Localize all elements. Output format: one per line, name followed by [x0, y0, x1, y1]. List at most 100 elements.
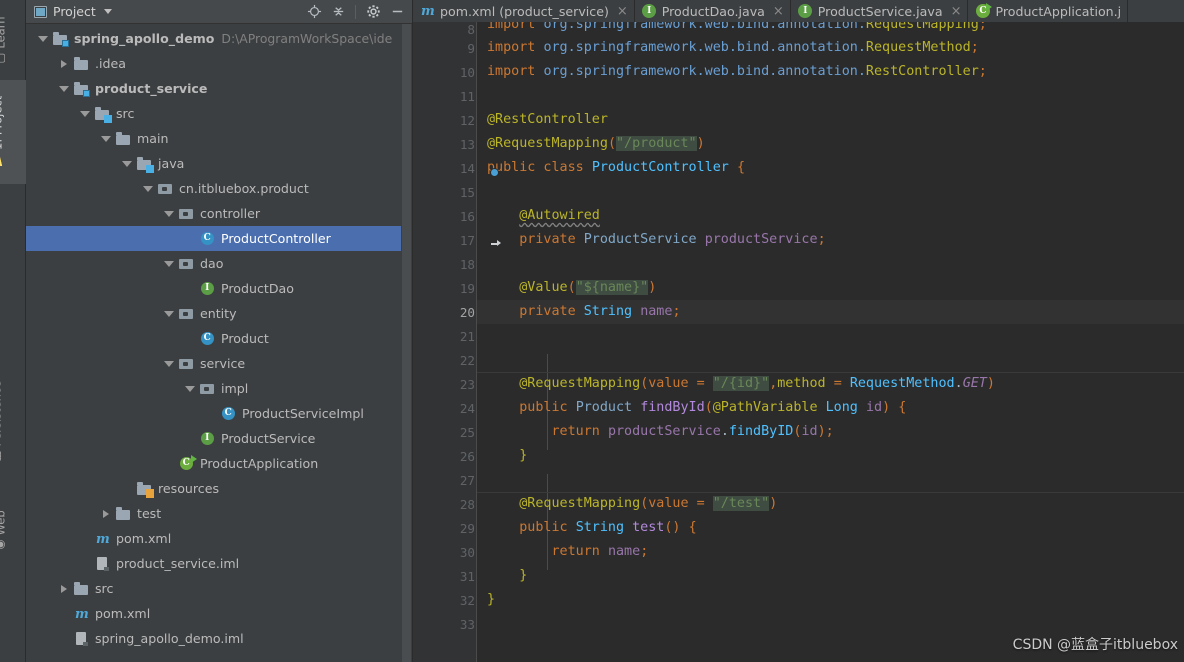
- tree-node-productcontroller[interactable]: C ProductController: [26, 226, 412, 251]
- gutter-line-32[interactable]: 32: [413, 588, 477, 612]
- close-tab-icon[interactable]: ×: [773, 4, 784, 19]
- gutter-line-26[interactable]: 26: [413, 444, 494, 468]
- tree-node-product-service-iml[interactable]: product_service.iml: [26, 551, 412, 576]
- tree-expand-arrow-down[interactable]: [34, 35, 52, 42]
- tree-expand-arrow-right[interactable]: [55, 584, 73, 593]
- code-line-19[interactable]: @Value("${name}"): [477, 276, 1184, 300]
- project-tree[interactable]: spring_apollo_demo D:\AProgramWorkSpace\i…: [26, 24, 412, 662]
- tree-node-cn-itbluebox-product[interactable]: cn.itbluebox.product: [26, 176, 412, 201]
- gutter-line-25[interactable]: 25: [413, 420, 477, 444]
- close-tab-icon[interactable]: ×: [617, 4, 628, 19]
- code-line-26[interactable]: }: [477, 444, 1184, 468]
- editor-tab-productservice-java[interactable]: I ProductService.java ×: [790, 0, 969, 22]
- tree-node-resources[interactable]: resources: [26, 476, 412, 501]
- editor-gutter[interactable]: 8 9 10 11 12 13 14 15 16 17 18 19 20 21 22 23 24 25 26 27 28…: [413, 22, 501, 662]
- gutter-line-31[interactable]: 31: [413, 564, 494, 588]
- code-line-21[interactable]: [477, 324, 1184, 348]
- tree-expand-arrow-right[interactable]: [55, 59, 73, 68]
- code-line-23[interactable]: @RequestMapping(value = "/{id}",method =…: [477, 372, 1184, 396]
- code-line-17[interactable]: private ProductService productService;: [477, 228, 1184, 252]
- tree-expand-arrow-down[interactable]: [160, 260, 178, 267]
- gutter-line-12[interactable]: 12: [413, 108, 496, 132]
- project-panel-title-group[interactable]: Project: [34, 4, 112, 19]
- code-line-32[interactable]: }: [477, 588, 1184, 612]
- tree-node-controller[interactable]: controller: [26, 201, 412, 226]
- tree-node-product[interactable]: C Product: [26, 326, 412, 351]
- tree-expand-arrow-down[interactable]: [55, 85, 73, 92]
- gutter-line-16[interactable]: 16: [413, 204, 477, 228]
- code-line-13[interactable]: @RequestMapping("/product"): [477, 132, 1184, 156]
- gutter-line-13[interactable]: 13: [413, 132, 494, 156]
- tree-node-src[interactable]: src: [26, 576, 412, 601]
- code-line-25[interactable]: return productService.findByID(id);: [477, 420, 1184, 444]
- tool-tab-learn[interactable]: ▢ Learn: [0, 0, 26, 76]
- tree-node-service[interactable]: service: [26, 351, 412, 376]
- gutter-line-9[interactable]: 9: [413, 36, 477, 60]
- code-line-12[interactable]: @RestController: [477, 108, 1184, 132]
- gutter-line-11[interactable]: 11: [413, 84, 477, 108]
- project-panel-scrollbar[interactable]: [401, 24, 412, 662]
- tool-tab-favorites[interactable]: ★ 2: Favorites: [0, 234, 26, 354]
- gutter-line-15[interactable]: 15: [413, 180, 477, 204]
- gutter-line-23[interactable]: 23: [413, 372, 477, 396]
- scrollbar-track[interactable]: [402, 24, 411, 662]
- close-tab-icon[interactable]: ×: [951, 4, 962, 19]
- gutter-line-24[interactable]: 24: [413, 396, 496, 420]
- gutter-line-28[interactable]: 28: [413, 492, 477, 516]
- tree-expand-arrow-down[interactable]: [118, 160, 136, 167]
- tool-tab-web[interactable]: ◉ Web: [0, 486, 26, 562]
- gutter-line-21[interactable]: 21: [413, 324, 477, 348]
- tree-node-pom-xml[interactable]: m pom.xml: [26, 601, 412, 626]
- tree-node-dao[interactable]: dao: [26, 251, 412, 276]
- tree-node-spring-apollo-demo[interactable]: spring_apollo_demo D:\AProgramWorkSpace\i…: [26, 26, 412, 51]
- code-line-16[interactable]: @Autowired: [477, 204, 1184, 228]
- tree-node-productapplication[interactable]: C ProductApplication: [26, 451, 412, 476]
- tree-node-test[interactable]: test: [26, 501, 412, 526]
- editor-tab-productdao-java[interactable]: I ProductDao.java ×: [634, 0, 791, 22]
- gutter-line-30[interactable]: 30: [413, 540, 477, 564]
- gutter-line-19[interactable]: 19: [413, 276, 477, 300]
- tree-node-spring-apollo-demo-iml[interactable]: spring_apollo_demo.iml: [26, 626, 412, 651]
- gutter-line-14[interactable]: 14: [413, 156, 499, 180]
- tree-node-productdao[interactable]: I ProductDao: [26, 276, 412, 301]
- gutter-line-27[interactable]: 27: [413, 468, 477, 492]
- code-line-11[interactable]: [477, 84, 1184, 108]
- tree-node-src[interactable]: src: [26, 101, 412, 126]
- editor-tab-pom-xml--product-service-[interactable]: m pom.xml (product_service) ×: [413, 0, 635, 22]
- code-line-8[interactable]: import org.springframework.web.bind.anno…: [477, 22, 1184, 36]
- gutter-line-29[interactable]: 29: [413, 516, 496, 540]
- tree-expand-arrow-down[interactable]: [160, 210, 178, 217]
- tree-expand-arrow-down[interactable]: [139, 185, 157, 192]
- code-view[interactable]: import org.springframework.web.bind.anno…: [477, 22, 1184, 662]
- gutter-line-10[interactable]: 10: [413, 60, 494, 84]
- gutter-line-18[interactable]: 18: [413, 252, 477, 276]
- code-line-18[interactable]: [477, 252, 1184, 276]
- tree-expand-arrow-down[interactable]: [76, 110, 94, 117]
- code-line-20[interactable]: private String name;: [477, 300, 1184, 324]
- tool-tab-structure[interactable]: 7: Structure: [0, 570, 26, 662]
- code-line-33[interactable]: [477, 612, 1184, 636]
- code-line-9[interactable]: import org.springframework.web.bind.anno…: [477, 36, 1184, 60]
- chevron-down-icon[interactable]: [103, 9, 112, 14]
- gutter-line-22[interactable]: 22: [413, 348, 477, 372]
- gutter-line-8[interactable]: 8: [413, 22, 477, 37]
- tree-node-productservice[interactable]: I ProductService: [26, 426, 412, 451]
- locate-in-tree-icon[interactable]: [303, 1, 325, 23]
- hide-panel-icon[interactable]: [386, 1, 408, 23]
- collapse-all-icon[interactable]: [327, 1, 349, 23]
- gutter-line-33[interactable]: 33: [413, 612, 477, 636]
- tool-tab-persistence[interactable]: ▦ Persistence: [0, 364, 26, 478]
- code-line-24[interactable]: public Product findById(@PathVariable Lo…: [477, 396, 1184, 420]
- tree-expand-arrow-down[interactable]: [181, 385, 199, 392]
- tree-expand-arrow-down[interactable]: [160, 360, 178, 367]
- tree-node-main[interactable]: main: [26, 126, 412, 151]
- gutter-line-17[interactable]: 17: [413, 228, 501, 252]
- tree-node-productserviceimpl[interactable]: C ProductServiceImpl: [26, 401, 412, 426]
- gutter-line-20[interactable]: 20: [413, 300, 477, 324]
- code-line-27[interactable]: [477, 468, 1184, 492]
- tree-expand-arrow-right[interactable]: [97, 509, 115, 518]
- tree-node-product-service[interactable]: product_service: [26, 76, 412, 101]
- code-line-29[interactable]: public String test() {: [477, 516, 1184, 540]
- tree-node--idea[interactable]: .idea: [26, 51, 412, 76]
- tree-node-java[interactable]: java: [26, 151, 412, 176]
